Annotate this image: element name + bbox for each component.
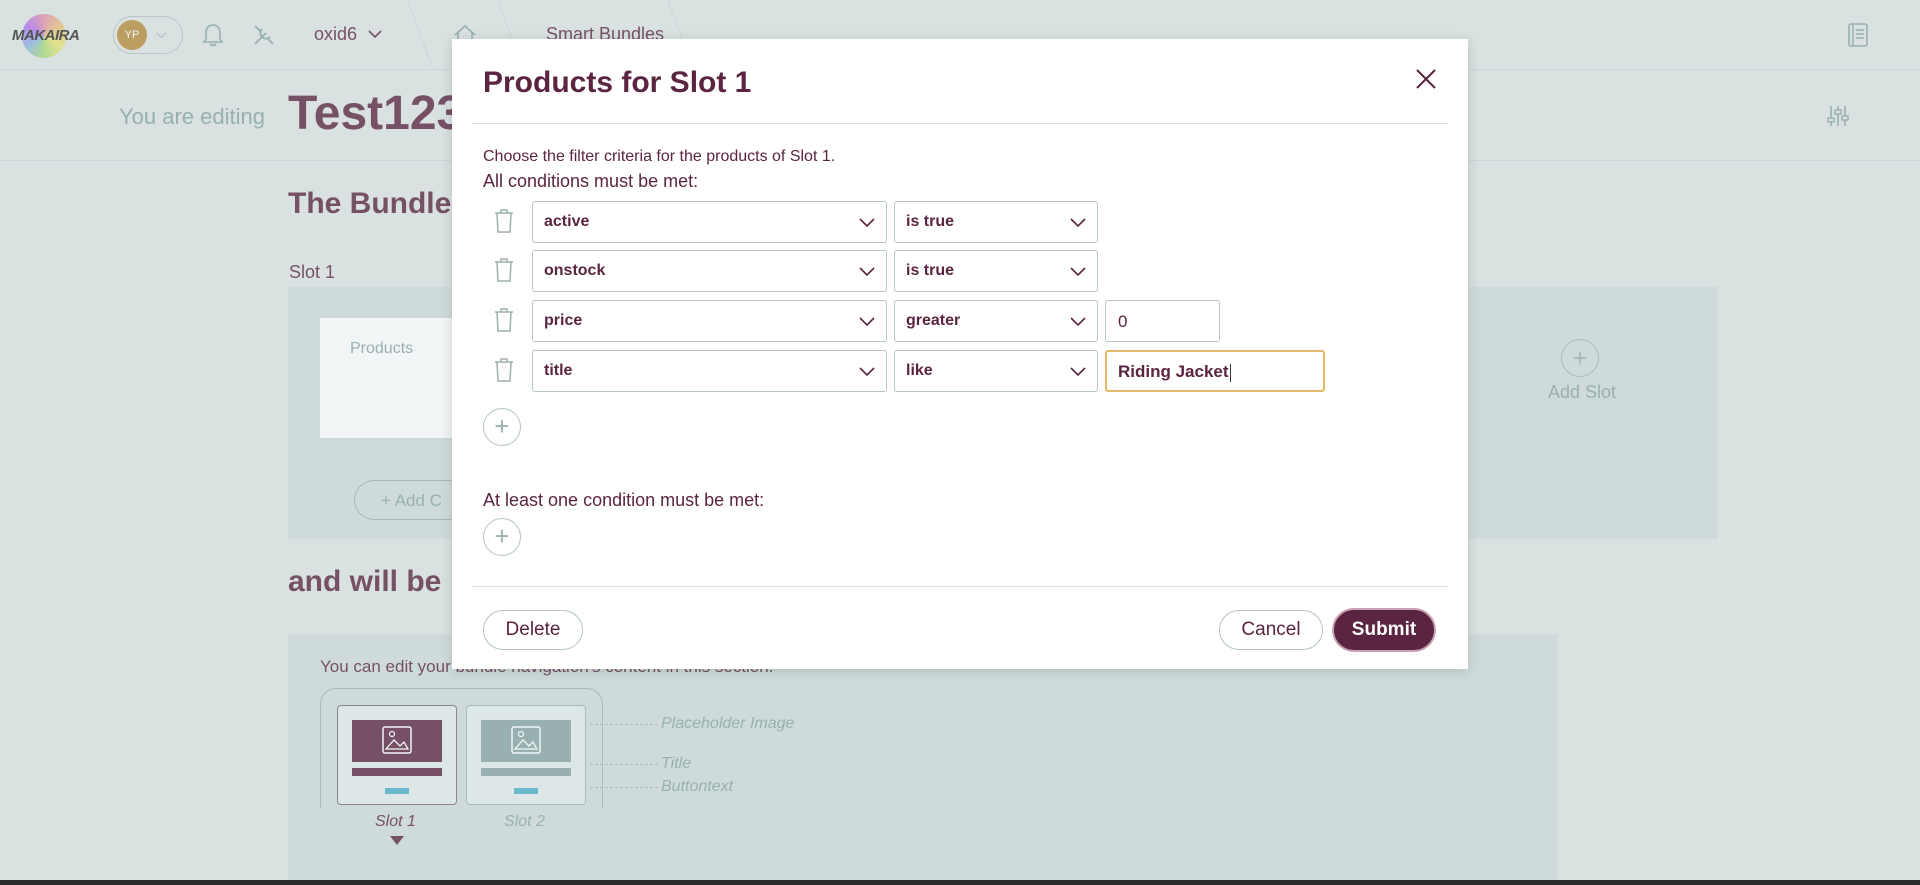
tools-icon[interactable] <box>249 20 279 50</box>
avatar: YP <box>117 20 147 50</box>
modal-footer-divider <box>472 586 1448 587</box>
trash-icon[interactable] <box>492 307 516 333</box>
add-slot-button[interactable]: + <box>1561 339 1599 377</box>
condition-3-value-input[interactable]: 0 <box>1105 300 1220 342</box>
delete-button[interactable]: Delete <box>483 610 583 650</box>
any-condition-heading: At least one condition must be met: <box>483 490 765 510</box>
preview-button-bar <box>385 788 409 794</box>
trash-icon[interactable] <box>492 357 516 383</box>
products-filter-modal: Products for Slot 1 Choose the filter cr… <box>452 39 1468 669</box>
chevron-down-icon <box>1070 317 1086 327</box>
chevron-down-icon <box>859 367 875 377</box>
preview-title-bar <box>352 768 442 776</box>
trash-icon[interactable] <box>492 257 516 283</box>
legend-connector <box>590 787 658 788</box>
text-cursor <box>1229 363 1231 382</box>
add-slot-label[interactable]: Add Slot <box>1548 382 1616 403</box>
condition-1-field-select[interactable]: active <box>532 201 887 243</box>
chevron-down-icon[interactable] <box>368 29 382 39</box>
active-slot-caret-icon <box>390 836 404 845</box>
image-placeholder-icon <box>352 720 442 762</box>
modal-title: Products for Slot 1 <box>483 66 752 99</box>
condition-2-operator-select[interactable]: is true <box>894 250 1098 292</box>
products-card[interactable]: Products <box>320 318 470 438</box>
chevron-down-icon: ⌵ <box>156 25 167 41</box>
chevron-down-icon <box>859 218 875 228</box>
user-menu[interactable]: YP ⌵ <box>113 16 183 54</box>
preview-title-bar <box>481 768 571 776</box>
add-all-condition-button[interactable]: + <box>483 408 521 446</box>
chevron-down-icon <box>1070 367 1086 377</box>
legend-title: Title <box>661 755 692 772</box>
condition-2-field-select[interactable]: onstock <box>532 250 887 292</box>
settings-sliders-icon[interactable] <box>1826 104 1850 128</box>
legend-buttontext: Buttontext <box>661 778 734 795</box>
page-title: Test123 <box>288 87 464 140</box>
condition-4-operator-select[interactable]: like <box>894 350 1098 392</box>
cancel-button[interactable]: Cancel <box>1219 610 1323 650</box>
book-icon[interactable] <box>1843 20 1873 50</box>
image-placeholder-icon <box>481 720 571 762</box>
close-icon[interactable] <box>1412 65 1440 93</box>
bell-icon[interactable] <box>198 20 228 50</box>
trash-icon[interactable] <box>492 208 516 234</box>
chevron-down-icon <box>1070 267 1086 277</box>
condition-4-field-select[interactable]: title <box>532 350 887 392</box>
condition-3-field-select[interactable]: price <box>532 300 887 342</box>
taskbar-edge <box>0 880 1920 885</box>
condition-1-operator-select[interactable]: is true <box>894 201 1098 243</box>
breadcrumb-separator <box>407 0 434 70</box>
chevron-down-icon <box>1070 218 1086 228</box>
legend-connector <box>590 724 658 725</box>
preview-slot-1-label: Slot 1 <box>375 813 416 830</box>
chevron-down-icon <box>859 267 875 277</box>
add-any-condition-button[interactable]: + <box>483 518 521 556</box>
submit-button[interactable]: Submit <box>1334 610 1434 650</box>
and-will-be-heading: and will be <box>288 565 442 598</box>
modal-header-divider <box>472 123 1448 124</box>
all-conditions-heading: All conditions must be met: <box>483 171 699 191</box>
preview-slot-2[interactable] <box>466 705 586 805</box>
slot-label: Slot 1 <box>289 262 336 282</box>
condition-3-operator-select[interactable]: greater <box>894 300 1098 342</box>
preview-button-bar <box>514 788 538 794</box>
condition-4-value-input[interactable]: Riding Jacket <box>1105 350 1325 392</box>
modal-intro-text: Choose the filter criteria for the produ… <box>483 148 836 165</box>
instance-selector-label[interactable]: oxid6 <box>314 24 357 45</box>
legend-placeholder-image: Placeholder Image <box>661 715 795 732</box>
chevron-down-icon <box>859 317 875 327</box>
makaira-logo[interactable]: MAKAIRA <box>12 14 90 58</box>
bundle-heading: The Bundle <box>288 187 452 220</box>
editing-prefix: You are editing <box>119 104 265 129</box>
legend-connector <box>590 764 658 765</box>
preview-slot-1[interactable] <box>337 705 457 805</box>
preview-slot-2-label: Slot 2 <box>504 813 545 830</box>
